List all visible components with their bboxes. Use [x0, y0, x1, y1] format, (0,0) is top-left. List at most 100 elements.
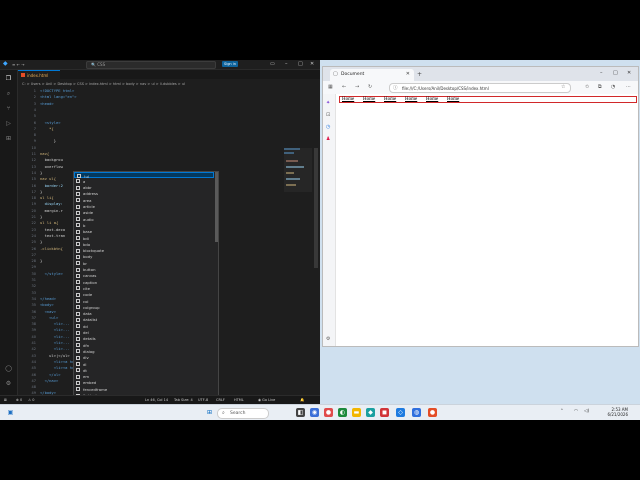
- minimize-button[interactable]: –: [285, 61, 288, 67]
- suggestion-label: audio: [83, 216, 94, 222]
- code-line: </nav>: [40, 377, 59, 383]
- snippet-icon: [76, 280, 80, 285]
- suggestion-label: details: [83, 336, 96, 342]
- snippet-icon: [76, 273, 80, 278]
- source-control-icon[interactable]: ⑂: [5, 105, 12, 112]
- code-line: </style>: [40, 270, 63, 276]
- snippet-icon: [76, 299, 80, 303]
- go-live-button[interactable]: ◉ Go Live: [258, 398, 275, 402]
- layout-icon[interactable]: ▭: [270, 61, 275, 67]
- command-center-search[interactable]: 🔍 CSS: [86, 61, 216, 69]
- sidebar-settings-icon[interactable]: ⚙: [326, 336, 330, 342]
- file-explorer-icon[interactable]: ▬: [352, 408, 361, 417]
- snippet-icon: [76, 317, 80, 322]
- suggestion-label: b: [83, 222, 86, 228]
- warnings-count[interactable]: ⚠ 0: [28, 398, 35, 402]
- errors-value: 0: [20, 398, 23, 402]
- code-line: *{: [40, 125, 54, 131]
- breadcrumb[interactable]: C: > Users > Anil > Desktop > CSS > inde…: [22, 82, 185, 86]
- bell-icon[interactable]: 🔔: [300, 398, 304, 402]
- sign-in-button[interactable]: Sign in: [222, 61, 238, 67]
- forward-icon[interactable]: →: [355, 84, 359, 90]
- extensions-icon[interactable]: ⊞: [5, 135, 12, 142]
- profile-icon[interactable]: ◔: [611, 84, 615, 90]
- clock[interactable]: 2:53 AM 6/21/2026: [607, 407, 628, 417]
- file-icon: ⓘ: [393, 86, 398, 91]
- collections-icon[interactable]: ⧉: [598, 84, 602, 90]
- tab-size[interactable]: Tab Size: 4: [174, 398, 193, 402]
- menu-icon[interactable]: ≡ ← →: [12, 62, 25, 67]
- task-view-icon[interactable]: ◧: [296, 408, 305, 417]
- minimap[interactable]: [282, 148, 314, 268]
- games-icon[interactable]: ♟: [326, 136, 330, 142]
- tray-chevron-icon[interactable]: ⌃: [560, 409, 564, 414]
- nav-link-home[interactable]: Home: [447, 97, 459, 102]
- end-of-line[interactable]: CRLF: [216, 398, 225, 402]
- app-icon[interactable]: ●: [324, 408, 333, 417]
- explorer-icon[interactable]: ❐: [5, 75, 12, 82]
- run-debug-icon[interactable]: ▷: [5, 120, 12, 127]
- address-bar[interactable]: ⓘ file:///C:/Users/Anil/Desktop/CSS/inde…: [389, 83, 571, 93]
- close-button[interactable]: ✕: [310, 61, 314, 67]
- sidebar-toggle-icon[interactable]: ▦: [328, 84, 333, 90]
- new-tab-icon[interactable]: +: [417, 71, 422, 78]
- maximize-button[interactable]: □: [298, 61, 303, 67]
- snippet-icon: [76, 185, 80, 190]
- snippet-icon: [76, 374, 80, 379]
- edge-icon[interactable]: ◐: [338, 408, 347, 417]
- snippet-icon: [76, 311, 80, 316]
- code-line: text-tran: [40, 232, 66, 238]
- editor-scrollbar[interactable]: [314, 148, 318, 268]
- cursor-position[interactable]: Ln 46, Col 14: [145, 398, 168, 402]
- close-tab-icon[interactable]: ✕: [406, 71, 410, 77]
- wifi-icon[interactable]: ◠: [574, 409, 578, 414]
- nav-link-home[interactable]: Home: [426, 97, 438, 102]
- snippet-icon: [76, 343, 80, 348]
- tab-index-html[interactable]: index.html: [18, 70, 60, 80]
- favorites-icon[interactable]: ✩: [585, 84, 589, 90]
- nav-link-home[interactable]: Home: [405, 97, 417, 102]
- gear-icon[interactable]: ⚙: [5, 380, 12, 387]
- snippet-icon: [76, 380, 80, 385]
- nav-link-home[interactable]: Home: [342, 97, 354, 102]
- more-icon[interactable]: ⋯: [626, 84, 631, 90]
- search-icon[interactable]: ⌕: [5, 90, 12, 97]
- account-icon[interactable]: ◯: [5, 365, 12, 372]
- suggestion-label: em: [83, 374, 90, 380]
- vscode-titlebar: ◆ ≡ ← → 🔍 CSS Sign in ▭ – □ ✕: [0, 60, 320, 70]
- browser-close-button[interactable]: ✕: [627, 70, 631, 76]
- browser-tab[interactable]: ▢ Document ✕: [330, 69, 414, 81]
- taskbar-search[interactable]: ⌕ Search: [217, 408, 269, 419]
- copilot-icon[interactable]: ✦: [326, 100, 330, 106]
- history-icon[interactable]: ◷: [326, 124, 330, 130]
- suggestion-label: dl: [83, 361, 87, 367]
- browser-minimize-button[interactable]: –: [600, 70, 603, 76]
- office-icon[interactable]: ◼: [380, 408, 389, 417]
- start-icon[interactable]: ⊞: [205, 408, 214, 417]
- nav-link-home[interactable]: Home: [363, 97, 375, 102]
- widgets-icon[interactable]: ▣: [6, 408, 15, 417]
- store-icon[interactable]: ◆: [366, 408, 375, 417]
- browser-tabbar: ▢ Document ✕ + – □ ✕: [323, 67, 638, 81]
- remote-icon[interactable]: ⊠: [4, 398, 7, 402]
- refresh-icon[interactable]: ↻: [368, 84, 372, 90]
- language-mode[interactable]: HTML: [234, 398, 244, 402]
- edge-browser-icon[interactable]: ◍: [412, 408, 421, 417]
- errors-count[interactable]: ⊗ 0: [16, 398, 22, 402]
- suggestion-label: dialog: [83, 348, 95, 354]
- suggestion-label: bdi: [83, 235, 89, 241]
- suggestion-scrollbar[interactable]: [215, 172, 218, 242]
- clock-date: 6/21/2026: [607, 412, 628, 417]
- suggestion-label: base: [83, 229, 93, 235]
- editor-tabs: index.html: [18, 70, 320, 80]
- encoding[interactable]: UTF-8: [198, 398, 208, 402]
- browser-maximize-button[interactable]: □: [613, 70, 618, 76]
- nav-link-home[interactable]: Home: [384, 97, 396, 102]
- tools-icon[interactable]: ⊡: [326, 112, 330, 118]
- vscode-taskbar-icon[interactable]: ◇: [396, 408, 405, 417]
- favorite-icon[interactable]: ☆: [561, 84, 565, 90]
- chat-icon[interactable]: ◉: [310, 408, 319, 417]
- app2-icon[interactable]: ●: [428, 408, 437, 417]
- volume-icon[interactable]: ◁): [584, 409, 589, 414]
- back-icon[interactable]: ←: [342, 84, 346, 90]
